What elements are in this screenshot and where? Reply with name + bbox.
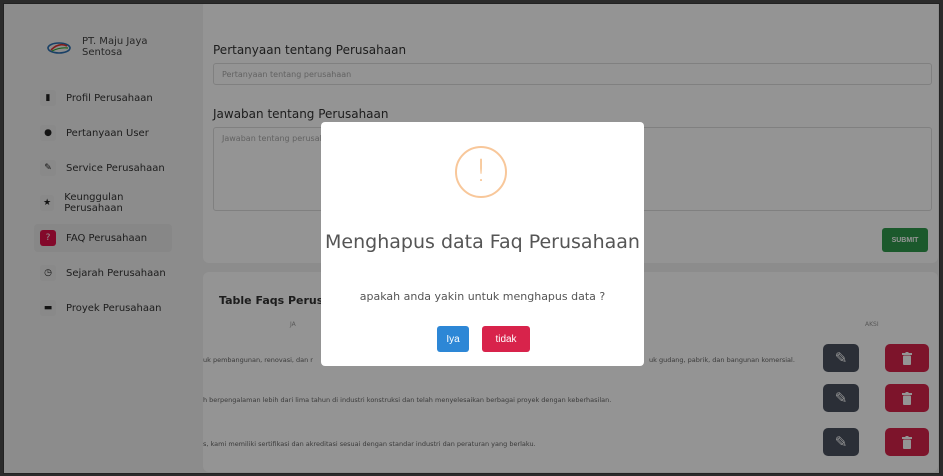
modal-text: apakah anda yakin untuk menghapus data ?: [359, 290, 606, 303]
app-window: PT. Maju Jaya Sentosa ▮ Profil Perusahaa…: [3, 3, 940, 474]
delete-confirm-modal: ! Menghapus data Faq Perusahaan apakah a…: [321, 122, 644, 366]
confirm-button[interactable]: Iya: [437, 326, 469, 352]
warning-exclamation-icon: !: [455, 146, 507, 198]
cancel-button[interactable]: tidak: [482, 326, 530, 352]
modal-title: Menghapus data Faq Perusahaan: [325, 231, 640, 253]
